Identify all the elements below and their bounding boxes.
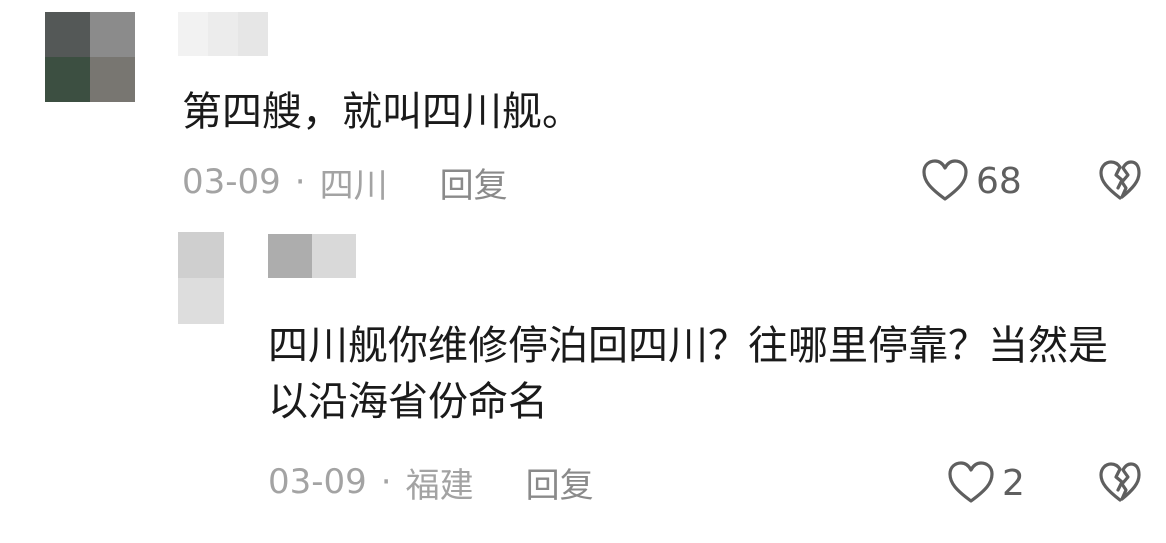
reply-location: 福建 [405, 465, 474, 506]
comment-location: 四川 [319, 165, 388, 206]
comment-meta: 03-09 · 四川 回复 [182, 158, 508, 206]
heart-outline-icon [920, 158, 970, 204]
reply-button[interactable]: 回复 [526, 458, 594, 507]
avatar-pixel [45, 57, 90, 102]
reply-username-redacted[interactable] [268, 234, 356, 278]
heart-outline-icon [946, 460, 996, 506]
reply-date: 03-09 [268, 462, 367, 502]
like-count: 68 [976, 160, 1022, 202]
comment-text: 第四艘，就叫四川舰。 [182, 89, 582, 135]
username-redacted[interactable] [178, 12, 268, 56]
redaction-block [268, 234, 312, 278]
reply-button[interactable]: 回复 [440, 158, 508, 207]
avatar-pixel [178, 232, 224, 278]
reply-text: 四川舰你维修停泊回四川？往哪里停靠？当然是以沿海省份命名 [268, 323, 1108, 425]
redaction-block [312, 234, 356, 278]
avatar-pixel [45, 12, 90, 57]
reply-meta: 03-09 · 福建 回复 [268, 458, 594, 506]
avatar-pixel [178, 278, 224, 324]
comment-date: 03-09 [182, 162, 281, 202]
reply-like-button[interactable]: 2 [946, 458, 1025, 508]
redaction-block [238, 12, 268, 56]
meta-separator: · [380, 462, 392, 502]
like-button[interactable]: 68 [920, 156, 1022, 206]
broken-heart-icon[interactable] [1097, 460, 1143, 506]
avatar-pixel [90, 57, 135, 102]
avatar[interactable] [45, 12, 135, 102]
redaction-block [178, 12, 208, 56]
redaction-block [208, 12, 238, 56]
meta-separator: · [294, 162, 306, 202]
broken-heart-icon[interactable] [1097, 158, 1143, 204]
like-count: 2 [1002, 462, 1025, 504]
reply-avatar[interactable] [178, 232, 224, 324]
avatar-pixel [90, 12, 135, 57]
